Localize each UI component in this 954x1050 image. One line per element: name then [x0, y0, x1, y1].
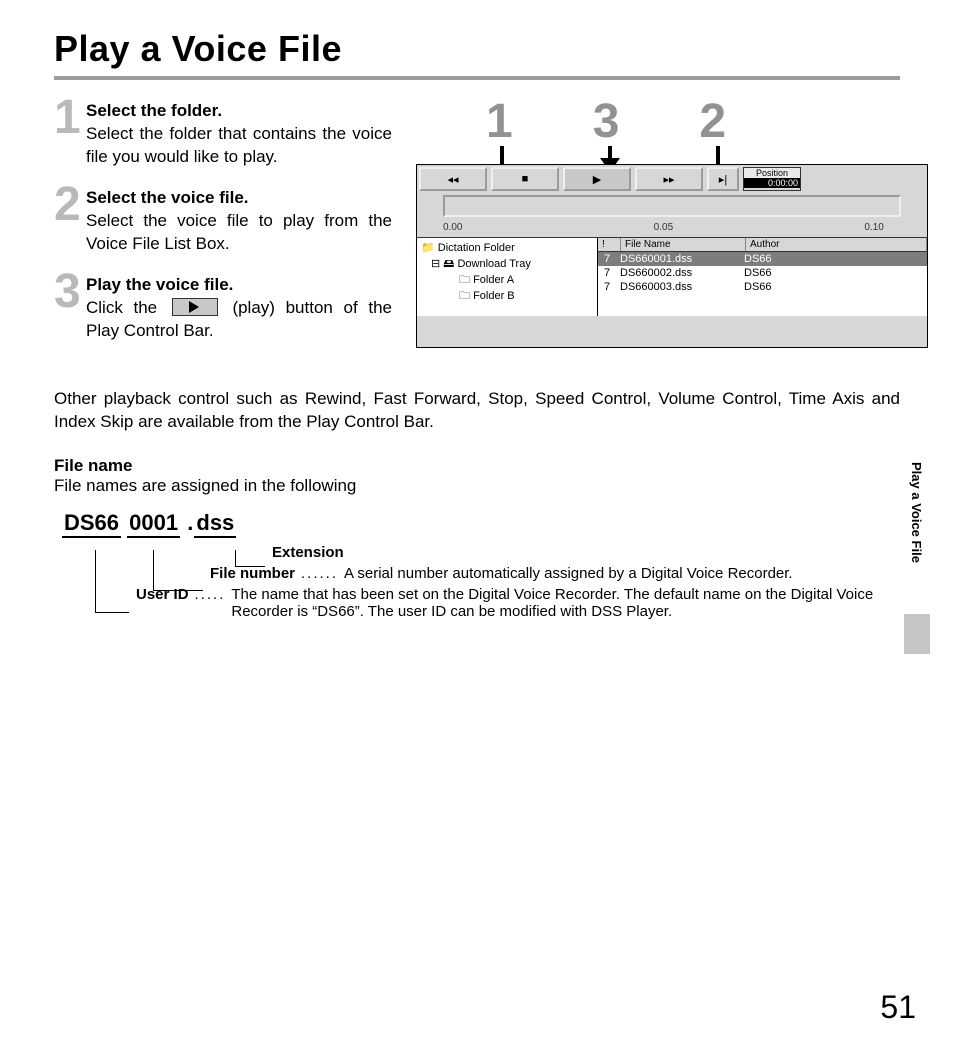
position-display: Position 0:00:00 [743, 167, 801, 191]
pointer-2: 2 [699, 94, 726, 149]
fast-forward-button[interactable]: ▸▸ [635, 167, 703, 191]
step-3-title: Play the voice file. [86, 274, 392, 297]
steps-column: 1 Select the folder. Select the folder t… [54, 100, 392, 360]
row2-file: DS660002.dss [616, 267, 740, 279]
row3-file: DS660003.dss [616, 281, 740, 293]
user-id-line: User ID ..... The name that has been set… [136, 586, 900, 620]
user-id-text: The name that has been set on the Digita… [231, 586, 900, 620]
file-number-line: File number ...... A serial number autom… [210, 565, 900, 582]
file-list-header: ! File Name Author [598, 238, 927, 252]
stop-button[interactable]: ■ [491, 167, 559, 191]
time-scrubber[interactable] [443, 195, 901, 217]
conn-number-h [153, 590, 203, 591]
pointer-numbers: 1 3 2 [486, 94, 726, 149]
file-list: ! File Name Author 7 DS660001.dss DS66 7… [598, 238, 927, 316]
tree-folder-b[interactable]: 🗀 Folder B [421, 288, 593, 304]
ruler-t0: 0.00 [443, 222, 462, 233]
col-author[interactable]: Author [746, 238, 927, 251]
row1-file: DS660001.dss [616, 253, 740, 265]
file-name-intro: File names are assigned in the following [54, 476, 900, 496]
step-2: 2 Select the voice file. Select the voic… [54, 187, 392, 256]
pointer-1: 1 [486, 94, 513, 149]
step-2-body: Select the voice file to play from the V… [86, 211, 392, 253]
position-time: 0:00:00 [744, 178, 800, 188]
play-control-bar: ◂◂ ■ ▶ ▸▸ ▸| Position 0:00:00 [417, 165, 927, 193]
time-ruler: 0.00 0.05 0.10 [443, 219, 901, 237]
file-number-text: A serial number automatically assigned b… [344, 565, 793, 582]
extension-line: Extension [272, 544, 900, 561]
file-row-2[interactable]: 7 DS660002.dss DS66 [598, 266, 927, 280]
conn-user-id-v [95, 550, 96, 612]
folder-tree[interactable]: 📁 Dictation Folder ⊟ 🖴 Download Tray 🗀 F… [417, 238, 598, 316]
step-2-title: Select the voice file. [86, 187, 392, 210]
filename-example: DS66 0001 .dss [62, 510, 900, 538]
skip-button[interactable]: ▸| [707, 167, 739, 191]
row1-author: DS66 [740, 253, 927, 265]
tree-root[interactable]: 📁 Dictation Folder [421, 240, 593, 256]
step-3: 3 Play the voice file. Click the (play) … [54, 274, 392, 343]
row3-n: 7 [598, 281, 616, 293]
step-number-3: 3 [54, 268, 81, 316]
step-number-1: 1 [54, 94, 81, 142]
user-id-dots: ..... [195, 586, 232, 620]
filename-ext: dss [194, 510, 236, 538]
file-row-1[interactable]: 7 DS660001.dss DS66 [598, 252, 927, 266]
file-number-dots: ...... [301, 565, 344, 582]
rewind-button[interactable]: ◂◂ [419, 167, 487, 191]
file-number-label: File number [210, 565, 301, 582]
row2-n: 7 [598, 267, 616, 279]
row3-author: DS66 [740, 281, 927, 293]
title-rule [54, 76, 900, 80]
step-1-title: Select the folder. [86, 100, 392, 123]
other-controls-paragraph: Other playback control such as Rewind, F… [54, 388, 900, 434]
row1-n: 7 [598, 253, 616, 265]
pointer-3: 3 [593, 94, 620, 149]
file-row-3[interactable]: 7 DS660003.dss DS66 [598, 280, 927, 294]
col-filename[interactable]: File Name [621, 238, 746, 251]
play-icon [172, 298, 218, 316]
extension-label: Extension [272, 544, 350, 561]
page-number: 51 [880, 989, 916, 1026]
filename-user-id: DS66 [62, 510, 121, 538]
ruler-t1: 0.05 [654, 222, 673, 233]
conn-ext-h [235, 566, 265, 567]
step-1-body: Select the folder that contains the voic… [86, 124, 392, 166]
conn-user-id-h [95, 612, 129, 613]
position-label: Position [744, 168, 800, 178]
filename-number: 0001 [127, 510, 180, 538]
conn-ext-v [235, 550, 236, 566]
col-priority[interactable]: ! [598, 238, 621, 251]
tree-folder-a[interactable]: 🗀 Folder A [421, 272, 593, 288]
step-3-body: Click the (play) button of the Play Cont… [86, 298, 392, 340]
ruler-t2: 0.10 [864, 222, 883, 233]
side-tab-label: Play a Voice File [909, 462, 924, 563]
row2-author: DS66 [740, 267, 927, 279]
page-title: Play a Voice File [54, 28, 900, 70]
play-button[interactable]: ▶ [563, 167, 631, 191]
user-id-label: User ID [136, 586, 195, 620]
side-tab-box [904, 614, 930, 654]
filename-dot: . [186, 510, 194, 536]
step-1: 1 Select the folder. Select the folder t… [54, 100, 392, 169]
conn-number-v [153, 550, 154, 590]
tree-download-tray[interactable]: ⊟ 🖴 Download Tray [421, 256, 593, 272]
file-name-heading: File name [54, 456, 900, 476]
app-screenshot: ◂◂ ■ ▶ ▸▸ ▸| Position 0:00:00 0.00 0.05 … [416, 164, 928, 348]
step-3-pre: Click the [86, 298, 168, 317]
step-number-2: 2 [54, 181, 81, 229]
